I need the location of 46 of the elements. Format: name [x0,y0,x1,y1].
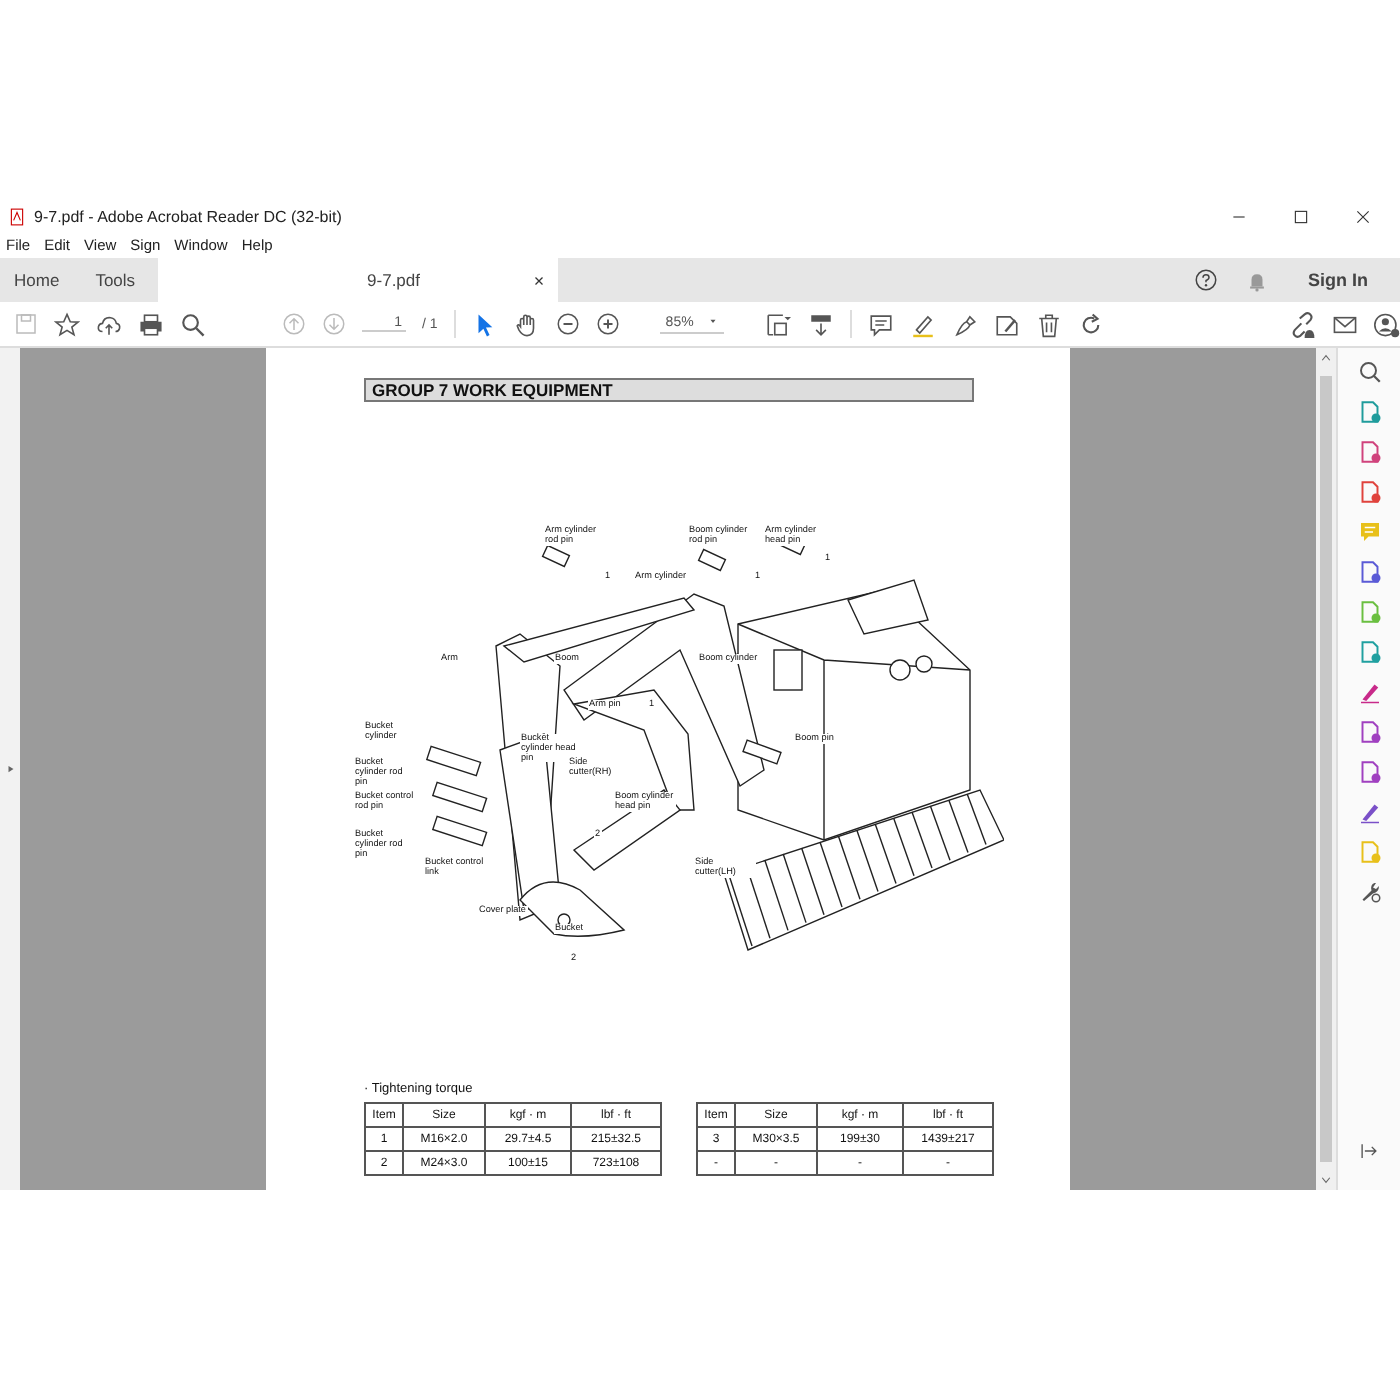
close-icon[interactable] [1354,207,1372,225]
document-icon[interactable] [1357,720,1381,744]
document-icon[interactable] [1357,760,1381,784]
zoom-in-icon[interactable] [595,312,620,336]
search-icon[interactable] [1357,360,1381,384]
maximize-icon[interactable] [1292,207,1310,225]
document-icon[interactable] [1357,480,1381,504]
document-icon[interactable] [1357,400,1381,424]
caret-icon[interactable] [707,316,718,326]
scroll-up-icon[interactable] [1320,352,1332,364]
tab[interactable]: Home [0,258,82,302]
scroll-mode-icon[interactable] [807,311,834,337]
document-tab[interactable]: 9-7.pdf [157,258,558,302]
wrench-icon[interactable] [1357,880,1381,904]
edit-text-icon[interactable] [993,311,1020,337]
close-icon[interactable] [531,273,546,287]
help-icon[interactable] [1194,268,1218,292]
highlighter-icon[interactable] [909,311,936,337]
pdf-file-icon [8,207,26,225]
star-icon[interactable] [54,311,80,337]
search-icon[interactable] [180,311,206,337]
trash-icon[interactable] [1035,311,1062,337]
cloud-upload-icon[interactable] [96,311,122,337]
hand-icon[interactable] [513,311,540,337]
expand-arrow-icon[interactable] [5,764,15,774]
rotate-icon[interactable] [1077,311,1104,337]
zoom-out-icon[interactable] [555,312,580,336]
scroll-down-icon[interactable] [1320,1174,1332,1186]
tab[interactable]: Tools [81,258,158,302]
document-icon[interactable] [1357,560,1381,584]
sign-in-button[interactable]: Sign In [1296,268,1380,292]
add-user-icon[interactable] [1374,311,1400,337]
mail-icon[interactable] [1332,311,1358,337]
section-heading: GROUP 7 WORK EQUIPMENT [364,378,974,402]
fit-page-icon[interactable] [763,311,792,337]
document-icon[interactable] [1357,440,1381,464]
scrollbar-thumb[interactable] [1320,376,1332,1162]
window-title: 9-7.pdf - Adobe Acrobat Reader DC (32-bit) [34,207,342,225]
link-icon[interactable] [1290,311,1316,337]
pen-icon[interactable] [951,311,978,337]
document-icon[interactable] [1357,640,1381,664]
pen-icon[interactable] [1357,680,1381,704]
collapse-panel-icon[interactable] [1358,1140,1380,1162]
pen-icon[interactable] [1357,800,1381,824]
comment-icon[interactable] [867,311,894,337]
print-icon[interactable] [138,311,164,337]
